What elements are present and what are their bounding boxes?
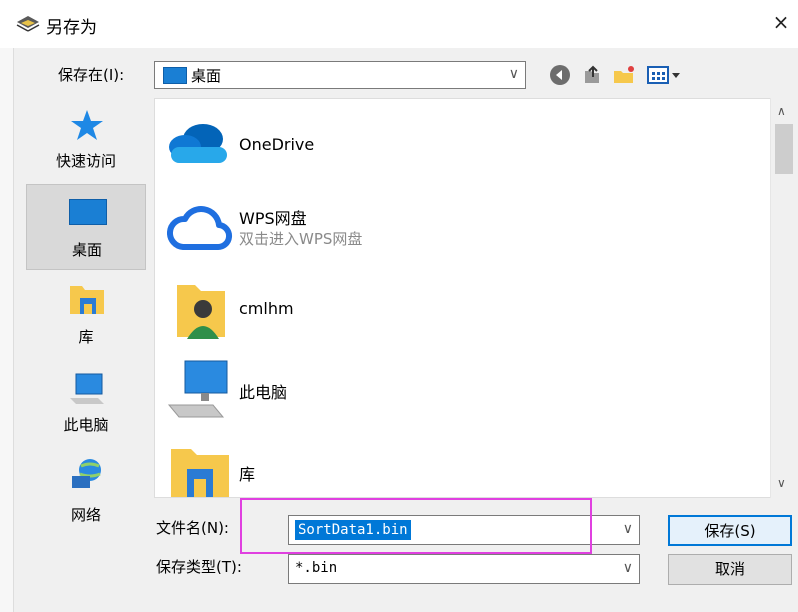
filename-label: 文件名(N):	[156, 519, 229, 537]
item-name: 库	[239, 465, 256, 484]
place-label: 桌面	[71, 241, 102, 259]
list-item-wps[interactable]: WPS网盘 双击进入WPS网盘	[159, 197, 759, 257]
desktop-icon	[69, 199, 107, 225]
places-bar: 快速访问 桌面 库 此电脑 网络	[22, 98, 150, 524]
list-item-this-pc[interactable]: 此电脑	[159, 357, 759, 423]
back-icon[interactable]	[548, 63, 572, 87]
vertical-scrollbar[interactable]: ∧ ∨	[770, 98, 796, 498]
view-menu-icon[interactable]	[646, 63, 686, 87]
save-in-value: 桌面	[191, 67, 222, 85]
chevron-down-icon: ∨	[622, 560, 633, 576]
filetype-value: *.bin	[295, 560, 338, 576]
place-this-pc[interactable]: 此电脑	[26, 362, 146, 448]
place-label: 网络	[70, 506, 101, 524]
scroll-down-icon[interactable]: ∨	[777, 476, 786, 490]
item-name: WPS网盘	[239, 209, 307, 228]
scroll-thumb[interactable]	[775, 124, 793, 174]
computer-icon	[167, 360, 228, 418]
star-icon	[71, 110, 103, 140]
place-network[interactable]: 网络	[26, 450, 146, 536]
title-bar: 另存为 ×	[0, 0, 798, 48]
library-icon	[70, 286, 104, 314]
list-item-onedrive[interactable]: OneDrive	[159, 117, 759, 173]
save-button[interactable]: 保存(S)	[668, 515, 792, 546]
place-label: 库	[78, 328, 94, 346]
save-dialog-icon	[16, 16, 40, 32]
list-item-cmlhm[interactable]: cmlhm	[159, 277, 759, 343]
onedrive-icon	[169, 124, 227, 163]
item-name: 此电脑	[239, 383, 288, 402]
scroll-up-icon[interactable]: ∧	[777, 104, 786, 118]
item-name: cmlhm	[239, 299, 294, 318]
list-item-library[interactable]: 库	[159, 439, 759, 497]
chevron-down-icon[interactable]: ∨	[623, 521, 633, 537]
up-folder-icon[interactable]	[580, 63, 604, 87]
item-subtitle: 双击进入WPS网盘	[239, 230, 363, 248]
filetype-dropdown[interactable]: *.bin ∨	[288, 554, 640, 584]
window-title: 另存为	[46, 18, 97, 38]
place-label: 快速访问	[55, 152, 116, 170]
wps-cloud-icon	[167, 206, 233, 251]
network-icon	[72, 459, 101, 488]
user-folder-icon	[177, 285, 225, 339]
chevron-down-icon: ∨	[508, 66, 519, 82]
new-folder-icon[interactable]	[612, 63, 636, 87]
cancel-button[interactable]: 取消	[668, 554, 792, 585]
background-window-edge	[0, 48, 14, 612]
place-desktop[interactable]: 桌面	[26, 184, 146, 270]
file-list[interactable]: OneDrive WPS网盘 双击进入WPS网盘 cmlhm 此电脑 库	[154, 98, 796, 498]
item-name: OneDrive	[239, 135, 315, 154]
place-label: 此电脑	[63, 416, 109, 434]
save-in-label: 保存在(I):	[58, 66, 125, 84]
save-in-dropdown[interactable]: 桌面 ∨	[154, 61, 526, 89]
place-library[interactable]: 库	[26, 274, 146, 360]
close-icon[interactable]: ×	[770, 11, 792, 33]
place-quick-access[interactable]: 快速访问	[26, 98, 146, 184]
annotation-highlight-box	[240, 498, 592, 554]
computer-icon	[70, 373, 104, 404]
library-icon	[171, 449, 229, 497]
filetype-label: 保存类型(T):	[156, 558, 242, 576]
desktop-icon	[163, 67, 187, 84]
